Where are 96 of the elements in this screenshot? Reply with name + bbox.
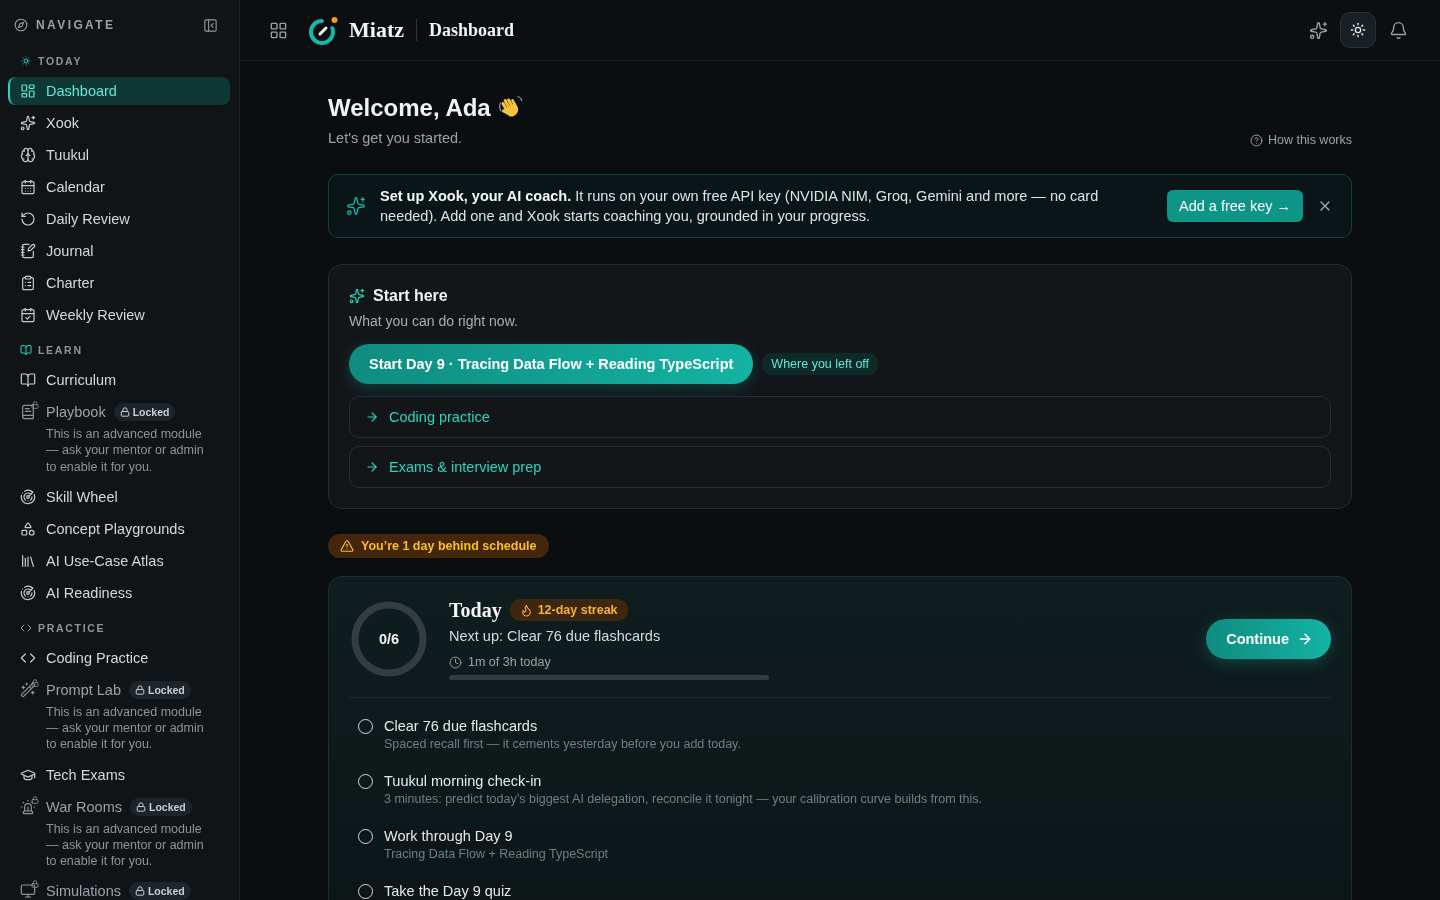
nav-item[interactable]: Dashboard bbox=[8, 77, 230, 105]
banner-text: Set up Xook, your AI coach. It runs on your own free API key (NVIDIA NIM, Groq, Gemini and more — no card needed). Add one and Xook starts coaching you, grounded in your progress. bbox=[380, 187, 1100, 226]
nav-item[interactable]: Coding Practice bbox=[8, 643, 230, 672]
theme-toggle-button[interactable] bbox=[1340, 12, 1376, 48]
locked-badge-text: Locked bbox=[147, 884, 185, 899]
task-detail: Spaced recall first — it cements yesterday before you add today. bbox=[384, 736, 741, 753]
shapes-icon bbox=[20, 520, 36, 537]
card-title: Start here bbox=[373, 286, 448, 306]
nav-item[interactable]: Daily Review bbox=[8, 205, 230, 233]
page-title: Dashboard bbox=[428, 19, 514, 41]
nav-item[interactable]: Xook bbox=[8, 109, 230, 137]
nav-item[interactable]: Calendar bbox=[8, 173, 230, 201]
locked-badge-text: Locked bbox=[147, 682, 185, 697]
nav-item[interactable]: Weekly Review bbox=[8, 301, 230, 329]
brain-icon bbox=[20, 147, 36, 163]
calendar-icon bbox=[20, 179, 36, 195]
task-title: Take the Day 9 quiz bbox=[384, 882, 512, 900]
open-book-icon bbox=[20, 344, 32, 356]
nav-item[interactable]: AI Readiness bbox=[8, 578, 230, 607]
lock-icon bbox=[136, 801, 146, 812]
task-title: Tuukul morning check-in bbox=[384, 772, 543, 791]
task-title: Work through Day 9 bbox=[384, 827, 514, 846]
library-icon bbox=[20, 552, 36, 569]
compass-icon bbox=[14, 18, 28, 32]
nav-item[interactable]: Charter bbox=[8, 269, 230, 297]
sparkles-icon bbox=[1308, 20, 1328, 40]
logo-icon bbox=[309, 15, 339, 45]
task-detail: 3 minutes: predict today’s biggest AI delegation, reconcile it tonight — your calibration curve builds from this. bbox=[384, 791, 982, 808]
sidebar-title: NAVIGATE bbox=[36, 17, 116, 33]
nav-item[interactable]: Tuukul bbox=[8, 141, 230, 169]
nav-item[interactable]: Prompt Lab Locked This is an advanced module — ask your mentor or admin to enable it for you. bbox=[8, 675, 230, 757]
nav-item[interactable]: Curriculum bbox=[8, 366, 230, 394]
arrow-right-icon bbox=[365, 460, 379, 474]
rotate-arrow-icon bbox=[20, 211, 36, 227]
nav-item[interactable]: Skill Wheel bbox=[8, 482, 230, 511]
radar-icon bbox=[20, 488, 36, 505]
sparkles-icon bbox=[346, 196, 366, 216]
flame-icon bbox=[519, 603, 533, 617]
how-this-works-link[interactable]: How this works bbox=[1249, 132, 1352, 148]
radar-icon bbox=[20, 584, 36, 601]
welcome-subtitle: Let's get you started. bbox=[328, 129, 464, 148]
grid-icon bbox=[268, 20, 288, 40]
time-spent-text: 1m of 3h today bbox=[468, 654, 551, 670]
sun-icon bbox=[20, 55, 32, 67]
nav-item[interactable]: Concept Playgrounds bbox=[8, 514, 230, 543]
calendar-check-icon bbox=[20, 307, 36, 323]
locked-note: This is an advanced module — ask your mentor or admin to enable it for you. bbox=[45, 820, 205, 870]
nav-item[interactable]: AI Use-Case Atlas bbox=[8, 546, 230, 575]
nav-item[interactable]: Tech Exams bbox=[8, 760, 230, 789]
progress-count: 0/6 bbox=[378, 631, 400, 647]
task-detail: Tracing Data Flow + Reading TypeScript bbox=[384, 846, 609, 863]
quick-link[interactable]: Coding practice bbox=[349, 396, 1331, 438]
sparkles-icon bbox=[349, 288, 365, 304]
quick-link[interactable]: Exams & interview prep bbox=[349, 446, 1331, 488]
bell-icon bbox=[1388, 20, 1408, 40]
nav-item[interactable]: Journal bbox=[8, 237, 230, 265]
siren-lock-icon bbox=[20, 798, 36, 815]
nav-item[interactable]: Simulations Locked bbox=[8, 877, 230, 900]
schedule-alert-text: You’re 1 day behind schedule bbox=[361, 538, 537, 554]
arrow-right-icon bbox=[365, 410, 379, 424]
book-lock-icon bbox=[20, 404, 36, 420]
section-label: LEARN bbox=[38, 343, 83, 357]
nav-item[interactable]: Playbook Locked This is an advanced module — ask your mentor or admin to enable it for you. bbox=[8, 398, 230, 479]
sparkles-icon bbox=[20, 115, 36, 131]
welcome-title: Welcome, Ada bbox=[328, 93, 491, 123]
section-label: PRACTICE bbox=[38, 620, 106, 635]
locked-badge-text: Locked bbox=[149, 799, 186, 814]
resume-badge: Where you left off bbox=[762, 353, 879, 375]
locked-note: This is an advanced module — ask your mentor or admin to enable it for you. bbox=[45, 426, 205, 476]
task-title: Clear 76 due flashcards bbox=[384, 717, 539, 736]
card-subtitle: What you can do right now. bbox=[349, 312, 519, 331]
monitor-lock-icon bbox=[20, 883, 36, 900]
open-book-icon bbox=[20, 372, 36, 388]
magic-wand-lock-icon bbox=[20, 681, 36, 698]
brand-name: Miatz bbox=[349, 17, 404, 43]
section-label: TODAY bbox=[38, 54, 83, 68]
locked-badge-text: Locked bbox=[132, 405, 170, 419]
next-up-text: Next up: Clear 76 due flashcards bbox=[449, 627, 662, 646]
lock-icon bbox=[119, 407, 130, 417]
notebook-pen-icon bbox=[20, 243, 36, 259]
nav-item[interactable]: War Rooms Locked This is an advanced module — ask your mentor or admin to enable it for you. bbox=[8, 792, 230, 874]
sun-icon bbox=[1350, 22, 1366, 38]
lock-icon bbox=[134, 684, 145, 695]
collapse-sidebar-icon[interactable] bbox=[203, 17, 218, 33]
grid-icon bbox=[20, 83, 36, 99]
help-icon bbox=[1249, 133, 1263, 147]
today-title: Today bbox=[449, 598, 502, 622]
lock-icon bbox=[134, 886, 145, 897]
clock-icon bbox=[449, 655, 462, 669]
start-day-button[interactable]: Start Day 9 · Tracing Data Flow + Reading TypeScript bbox=[349, 344, 754, 384]
warning-icon bbox=[340, 539, 354, 553]
streak-text: 12-day streak bbox=[537, 602, 618, 618]
add-key-button[interactable]: Add a free key → bbox=[1166, 190, 1303, 222]
locked-note: This is an advanced module — ask your mentor or admin to enable it for you. bbox=[45, 703, 205, 754]
arrow-right-icon bbox=[1297, 631, 1313, 647]
clipboard-icon bbox=[20, 275, 36, 291]
